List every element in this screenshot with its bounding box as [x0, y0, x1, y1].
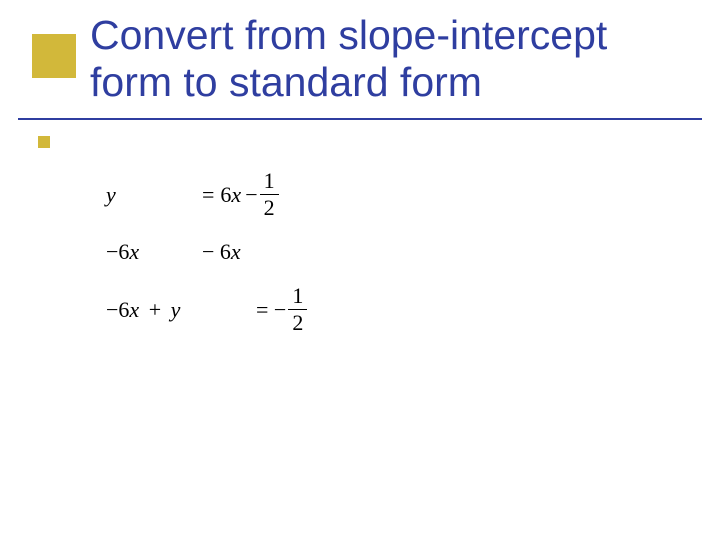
eq1-frac-den: 2	[260, 195, 279, 219]
eq3-fraction: 1 2	[288, 285, 307, 334]
bullet-square	[38, 136, 50, 148]
eq1-term-6x-var: x	[231, 182, 241, 208]
eq2-rhs-var: x	[231, 239, 241, 265]
equation-row-3: −6x + y = − 1 2	[106, 285, 309, 334]
eq3-plus: +	[145, 297, 165, 322]
equation-row-1: y = 6x − 1 2	[106, 170, 309, 219]
slide-title: Convert from slope-intercept form to sta…	[90, 12, 700, 106]
eq3-frac-den: 2	[288, 310, 307, 334]
eq3-lhs-x: x	[129, 297, 139, 322]
eq2-lhs-neg: −6	[106, 239, 129, 264]
eq3-lhs-y: y	[171, 297, 181, 322]
title-accent-square	[32, 34, 76, 78]
eq1-term-6x-num: 6	[220, 182, 231, 208]
eq3-lhs-neg6: −6	[106, 297, 129, 322]
eq3-equals-neg: = −	[256, 297, 286, 323]
eq1-equals: =	[202, 182, 214, 208]
slide: Convert from slope-intercept form to sta…	[0, 0, 720, 540]
math-content: y = 6x − 1 2 −6x − 6x	[106, 170, 309, 354]
eq2-lhs-var: x	[129, 239, 139, 264]
eq2-rhs-neg: − 6	[202, 239, 231, 265]
eq1-frac-num: 1	[260, 170, 279, 195]
eq1-lhs: y	[106, 182, 116, 207]
horizontal-rule	[18, 118, 702, 120]
eq3-frac-num: 1	[288, 285, 307, 310]
eq1-fraction: 1 2	[260, 170, 279, 219]
equation-row-2: −6x − 6x	[106, 239, 309, 265]
eq1-minus: −	[245, 182, 257, 208]
